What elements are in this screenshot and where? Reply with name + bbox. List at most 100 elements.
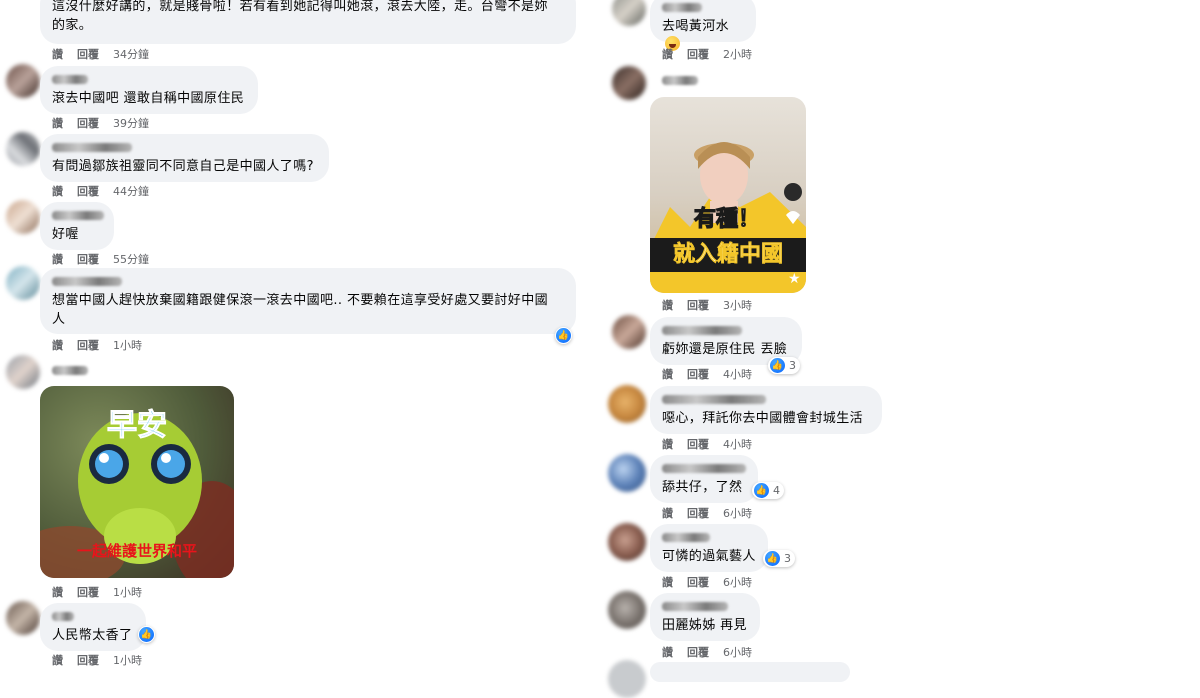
commenter-name[interactable] xyxy=(52,366,88,375)
comment-bubble: 噁心，拜託你去中國體會封城生活 xyxy=(650,386,882,434)
commenter-name[interactable] xyxy=(662,602,728,611)
avatar[interactable] xyxy=(608,660,646,698)
like-link[interactable]: 讚 xyxy=(52,48,63,61)
comment-actions: 讚 回覆 39分鐘 xyxy=(52,115,163,131)
reaction-summary[interactable]: 👍 4 xyxy=(752,482,784,499)
commenter-name[interactable] xyxy=(52,143,132,152)
reaction-summary[interactable]: 👍 3 xyxy=(768,357,800,374)
avatar[interactable] xyxy=(6,200,40,234)
comment-time[interactable]: 4小時 xyxy=(723,368,752,381)
comment-actions: 讚 回覆 4小時 xyxy=(662,366,766,382)
comment-bubble xyxy=(650,662,850,682)
reply-link[interactable]: 回覆 xyxy=(687,507,709,520)
like-reaction-icon: 👍 xyxy=(754,483,769,498)
avatar[interactable] xyxy=(608,591,646,629)
comment-time[interactable]: 2小時 xyxy=(723,48,752,61)
comment-actions: 讚 回覆 1小時 xyxy=(52,652,156,668)
avatar[interactable] xyxy=(6,64,40,98)
reply-link[interactable]: 回覆 xyxy=(77,117,99,130)
like-link[interactable]: 讚 xyxy=(52,185,63,198)
commenter-name[interactable] xyxy=(52,612,74,621)
avatar[interactable] xyxy=(6,601,40,635)
reply-link[interactable]: 回覆 xyxy=(77,48,99,61)
reaction-summary[interactable]: 👍 xyxy=(138,626,155,643)
commenter-name[interactable] xyxy=(662,3,702,12)
avatar[interactable] xyxy=(608,385,646,423)
like-link[interactable]: 讚 xyxy=(52,117,63,130)
comment-actions: 讚 回覆 4小時 xyxy=(662,436,766,452)
like-link[interactable]: 讚 xyxy=(52,586,63,599)
comment-text: 這沒什麼好講的，就是賤骨啦！若有看到她記得叫她滾，滾去大陸，走。台彎不是妳 的家… xyxy=(52,0,548,33)
commenter-name[interactable] xyxy=(662,395,766,404)
reply-link[interactable]: 回覆 xyxy=(687,48,709,61)
sticker-bottom-text: 一起維護世界和平 xyxy=(76,542,197,560)
reply-link[interactable]: 回覆 xyxy=(77,185,99,198)
video-overlay-line2: 就入籍中國 xyxy=(650,238,806,272)
comment-bubble: 舔共仔，了然 xyxy=(650,455,758,503)
like-link[interactable]: 讚 xyxy=(662,507,673,520)
reply-link[interactable]: 回覆 xyxy=(687,438,709,451)
commenter-name[interactable] xyxy=(662,326,742,335)
like-link[interactable]: 讚 xyxy=(662,438,673,451)
comment-time[interactable]: 6小時 xyxy=(723,576,752,589)
like-link[interactable]: 讚 xyxy=(662,576,673,589)
comment-text: 田麗姊姊 再見 xyxy=(662,618,747,633)
comment-bubble: 這沒什麼好講的，就是賤骨啦！若有看到她記得叫她滾，滾去大陸，走。台彎不是妳 的家… xyxy=(40,0,576,44)
comment-time[interactable]: 1小時 xyxy=(113,586,142,599)
like-link[interactable]: 讚 xyxy=(662,48,673,61)
comment-text: 可憐的過氣藝人 xyxy=(662,549,756,564)
comment-bubble: 去喝黃河水 xyxy=(650,0,756,51)
comment-text: 人民幣太香了 xyxy=(52,628,133,643)
like-link[interactable]: 讚 xyxy=(662,299,673,312)
like-link[interactable]: 讚 xyxy=(662,646,673,659)
reply-link[interactable]: 回覆 xyxy=(77,339,99,352)
comment-actions: 讚 回覆 1小時 xyxy=(52,584,156,600)
avatar[interactable] xyxy=(612,66,646,100)
reply-link[interactable]: 回覆 xyxy=(687,299,709,312)
sticker-image[interactable]: 早安 一起維護世界和平 xyxy=(40,386,234,578)
avatar[interactable] xyxy=(6,266,40,300)
reply-link[interactable]: 回覆 xyxy=(687,646,709,659)
commenter-name[interactable] xyxy=(52,75,88,84)
video-thumbnail[interactable]: 有種！ 就入籍中國 ★ xyxy=(650,97,806,293)
comment-time[interactable]: 55分鐘 xyxy=(113,253,149,266)
like-reaction-icon: 👍 xyxy=(770,358,785,373)
avatar[interactable] xyxy=(612,315,646,349)
avatar[interactable] xyxy=(6,355,40,389)
reply-link[interactable]: 回覆 xyxy=(77,654,99,667)
like-link[interactable]: 讚 xyxy=(52,339,63,352)
commenter-name[interactable] xyxy=(52,211,104,220)
comment-time[interactable]: 6小時 xyxy=(723,507,752,520)
reply-link[interactable]: 回覆 xyxy=(687,576,709,589)
like-reaction-icon: 👍 xyxy=(139,627,154,642)
commenter-name[interactable] xyxy=(662,464,746,473)
avatar[interactable] xyxy=(612,0,646,26)
like-link[interactable]: 讚 xyxy=(52,654,63,667)
commenter-name[interactable] xyxy=(662,533,710,542)
comment-time[interactable]: 6小時 xyxy=(723,646,752,659)
comment-time[interactable]: 1小時 xyxy=(113,654,142,667)
reply-link[interactable]: 回覆 xyxy=(687,368,709,381)
like-link[interactable]: 讚 xyxy=(52,253,63,266)
avatar[interactable] xyxy=(608,454,646,492)
reaction-summary[interactable]: 👍 3 xyxy=(763,550,795,567)
avatar[interactable] xyxy=(608,523,646,561)
avatar[interactable] xyxy=(6,132,40,166)
comment-time[interactable]: 34分鐘 xyxy=(113,48,149,61)
reaction-summary[interactable]: 👍 xyxy=(555,327,572,344)
reaction-count: 3 xyxy=(789,359,796,372)
comment-text: 虧妳還是原住民 丟臉 xyxy=(662,342,788,357)
reply-link[interactable]: 回覆 xyxy=(77,253,99,266)
comment-time[interactable]: 44分鐘 xyxy=(113,185,149,198)
reply-link[interactable]: 回覆 xyxy=(77,586,99,599)
commenter-name[interactable] xyxy=(52,277,122,286)
comment-time[interactable]: 3小時 xyxy=(723,299,752,312)
comment-bubble: 有問過鄒族祖靈同不同意自己是中國人了嗎? xyxy=(40,134,329,182)
like-link[interactable]: 讚 xyxy=(662,368,673,381)
commenter-name[interactable] xyxy=(662,76,698,85)
comment-time[interactable]: 1小時 xyxy=(113,339,142,352)
comment-time[interactable]: 4小時 xyxy=(723,438,752,451)
comment-actions: 讚 回覆 6小時 xyxy=(662,644,766,660)
comment-actions: 讚 回覆 2小時 xyxy=(662,46,766,62)
comment-time[interactable]: 39分鐘 xyxy=(113,117,149,130)
